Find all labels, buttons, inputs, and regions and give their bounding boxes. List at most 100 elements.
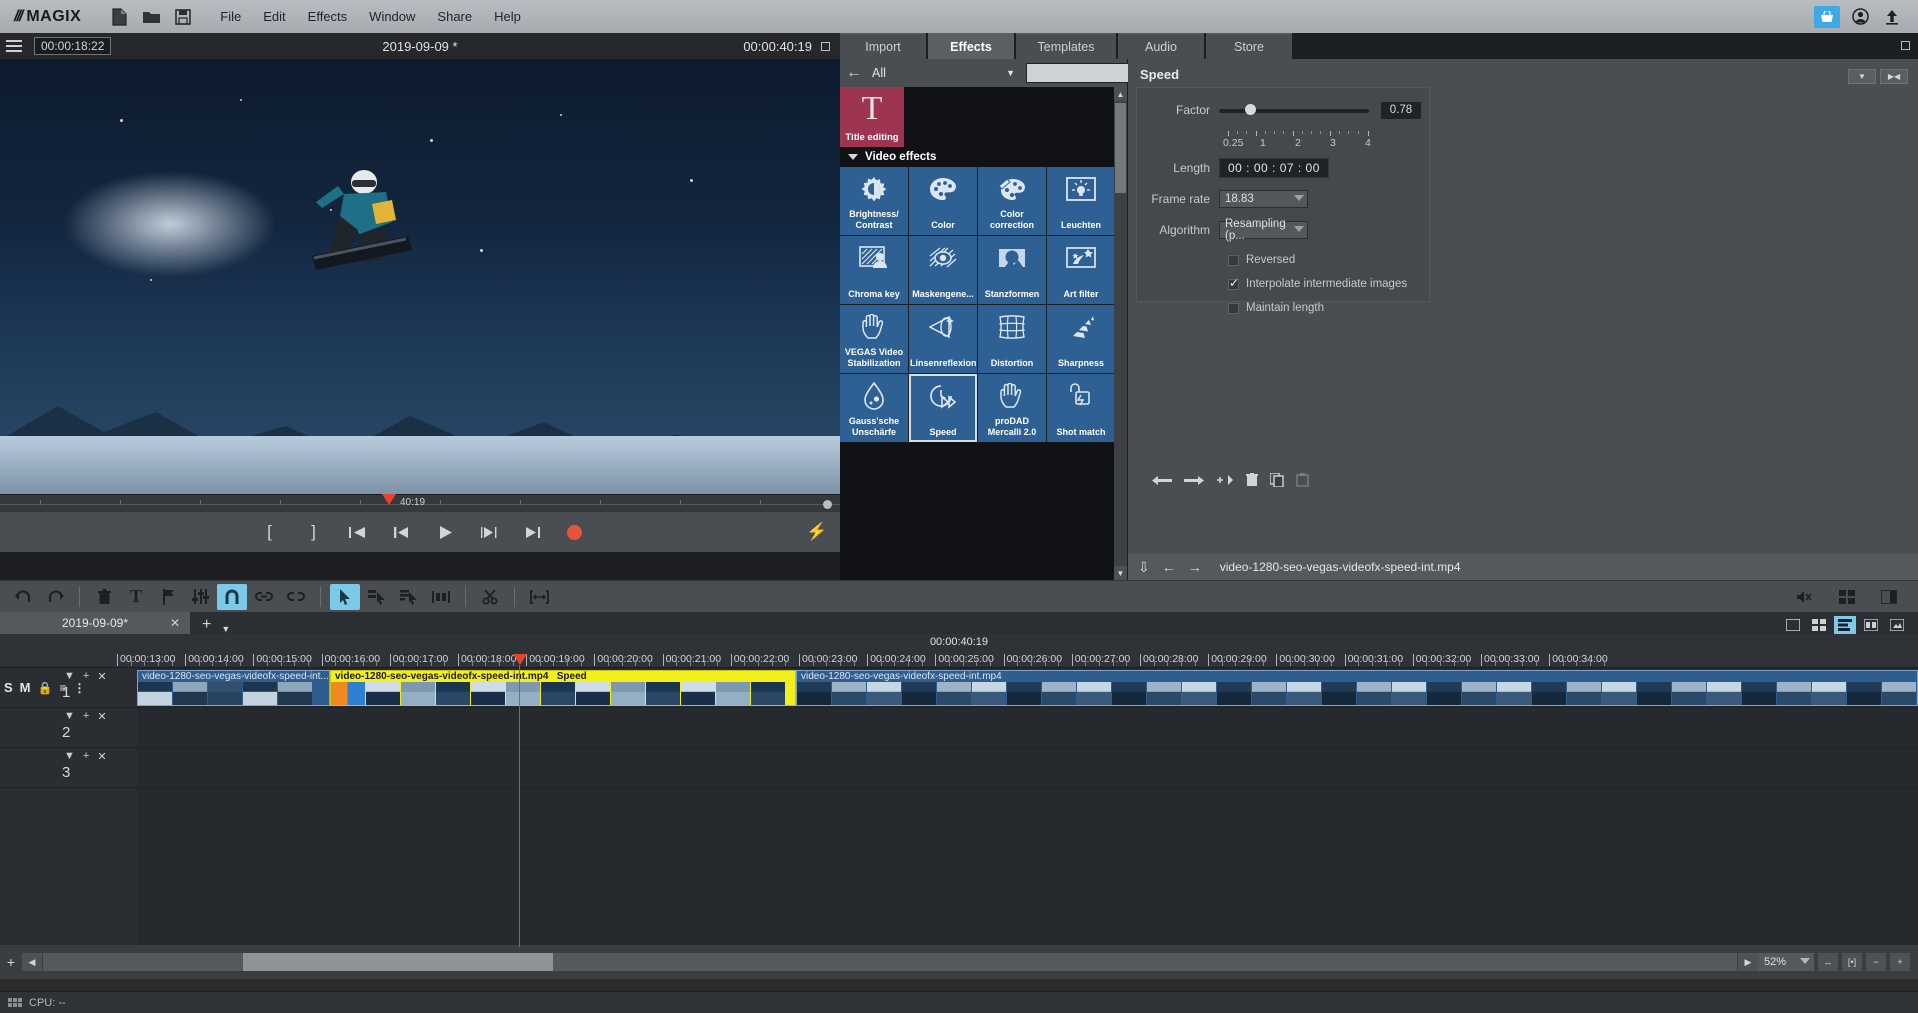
effect-tile-brightness-contrast[interactable]: Brightness/ Contrast xyxy=(840,167,908,235)
effect-tile-gaussian-blur[interactable]: Gauss'sche Unschärfe xyxy=(840,374,908,442)
add-track-icon[interactable]: + xyxy=(83,750,89,762)
next-frame-button[interactable] xyxy=(479,526,501,539)
timeline-clip[interactable]: video-1280-seo-vegas-videofx-speed-int..… xyxy=(137,670,330,706)
effect-tile-prodad-mercalli[interactable]: proDAD Mercalli 2.0 xyxy=(978,374,1046,442)
mouse-mode-arrow-button[interactable] xyxy=(330,583,360,610)
effect-tile-shot-match[interactable]: Shot match xyxy=(1047,374,1115,442)
reversed-checkbox[interactable] xyxy=(1228,254,1239,266)
play-button[interactable] xyxy=(435,525,457,540)
track-controls-1[interactable]: S M 🔒 ≡ ⋮ xyxy=(4,680,85,695)
tab-audio[interactable]: Audio xyxy=(1118,33,1204,59)
solo-button[interactable]: S xyxy=(4,680,13,695)
mouse-mode-stretch-button[interactable]: ... xyxy=(426,584,456,610)
effect-tile-title-editing[interactable]: T Title editing xyxy=(840,87,904,147)
account-circle-icon[interactable] xyxy=(1848,6,1872,28)
effect-tile-leuchten[interactable]: Leuchten xyxy=(1047,167,1115,235)
lock-icon[interactable]: 🔒 xyxy=(38,681,53,695)
slider-handle[interactable] xyxy=(1245,104,1256,115)
mark-in-button[interactable]: [ xyxy=(259,522,281,542)
collapse-track-icon[interactable]: ▼ xyxy=(64,710,75,722)
chevron-down-icon[interactable]: ▼ xyxy=(221,624,230,634)
copy-keyframe-icon[interactable] xyxy=(1270,473,1284,487)
lightning-icon[interactable]: ⚡ xyxy=(806,522,828,542)
project-tab[interactable]: 2019-09-09* ✕ xyxy=(0,612,190,634)
menu-share[interactable]: Share xyxy=(426,6,483,27)
grid-view-icon[interactable] xyxy=(1808,616,1830,634)
track-lanes[interactable]: video-1280-seo-vegas-videofx-speed-int..… xyxy=(137,668,1918,945)
effects-category-select[interactable]: All ▼ xyxy=(868,63,1020,83)
menu-help[interactable]: Help xyxy=(483,6,532,27)
next-keyframe-icon[interactable] xyxy=(1184,475,1204,486)
add-track-icon[interactable]: + xyxy=(83,710,89,722)
panel-restore-icon[interactable] xyxy=(1901,41,1910,50)
open-folder-icon[interactable] xyxy=(135,5,167,29)
timeline-view-icon[interactable] xyxy=(1834,616,1856,634)
effect-tile-color-correction[interactable]: Color correction xyxy=(978,167,1046,235)
interpolate-checkbox[interactable] xyxy=(1228,276,1239,290)
effect-tile-stanzformen[interactable]: Stanzformen xyxy=(978,236,1046,304)
factor-value[interactable]: 0.78 xyxy=(1381,101,1421,119)
scene-view-icon[interactable] xyxy=(1886,616,1908,634)
track-header-1[interactable]: S M 🔒 ≡ ⋮ ▼ + ✕ 1 xyxy=(0,668,137,708)
save-disk-icon[interactable] xyxy=(167,5,199,29)
link-button[interactable] xyxy=(249,584,279,610)
add-project-tab-button[interactable]: + xyxy=(202,616,211,634)
preview-scrubber[interactable]: 40:19 xyxy=(0,494,840,512)
framerate-select[interactable]: 18.83 xyxy=(1219,190,1308,208)
close-track-icon[interactable]: ✕ xyxy=(97,710,106,723)
mute-speaker-icon[interactable] xyxy=(1790,584,1820,610)
factor-slider[interactable] xyxy=(1219,103,1369,117)
preset-dropdown-button[interactable]: ▼ xyxy=(1848,69,1876,84)
zoom-out-button[interactable]: − xyxy=(1866,953,1886,971)
delete-button[interactable] xyxy=(89,584,119,610)
algorithm-select[interactable]: Resampling (p... xyxy=(1219,218,1308,242)
title-button[interactable]: T xyxy=(121,584,151,610)
tab-templates[interactable]: Templates xyxy=(1016,33,1116,59)
upload-icon[interactable] xyxy=(1880,6,1904,28)
reset-effect-button[interactable]: ▶◀ xyxy=(1880,69,1908,84)
scroll-left-icon[interactable]: ◀ xyxy=(22,953,42,971)
mouse-mode-all-tracks-button[interactable] xyxy=(394,584,424,610)
add-keyframe-icon[interactable] xyxy=(1216,474,1234,487)
zoom-in-button[interactable]: + xyxy=(1890,953,1910,971)
section-header-video-effects[interactable]: Video effects xyxy=(840,147,1127,167)
collapse-track-icon[interactable]: ▼ xyxy=(64,750,75,762)
single-view-icon[interactable] xyxy=(1782,616,1804,634)
prev-keyframe-icon[interactable] xyxy=(1152,475,1172,486)
add-track-button[interactable]: + xyxy=(0,952,22,972)
paste-keyframe-icon[interactable] xyxy=(1296,473,1309,487)
scrubber-end-knob[interactable] xyxy=(823,500,832,509)
collapse-chevrons-icon[interactable]: ⇩ xyxy=(1138,559,1150,576)
unlink-button[interactable] xyxy=(281,584,311,610)
marker-button[interactable] xyxy=(153,584,183,610)
effect-tile-color[interactable]: Color xyxy=(909,167,977,235)
menu-window[interactable]: Window xyxy=(358,6,426,27)
menu-effects[interactable]: Effects xyxy=(297,6,359,27)
effect-tile-maskengenerator[interactable]: Maskengene... xyxy=(909,236,977,304)
previous-object-arrow-icon[interactable]: ← xyxy=(1162,559,1176,575)
menu-file[interactable]: File xyxy=(209,6,252,27)
timeline-zoom-level[interactable]: 52% xyxy=(1758,953,1814,971)
new-document-icon[interactable] xyxy=(103,5,135,29)
scrollbar-thumb[interactable] xyxy=(1115,103,1126,193)
scroll-down-icon[interactable]: ▼ xyxy=(1114,566,1127,580)
menu-edit[interactable]: Edit xyxy=(252,6,296,27)
effects-vertical-scrollbar[interactable]: ▲ ▼ xyxy=(1114,87,1127,580)
undo-button[interactable]: ... xyxy=(8,584,38,610)
timeline-ruler[interactable]: 00:00:40:19 00:00:13:00 00:00:14:00 00:00:… xyxy=(0,634,1918,947)
timeline-clip[interactable]: video-1280-seo-vegas-videofx-speed-int.m… xyxy=(796,670,1918,706)
track-header-3[interactable]: ▼ + ✕ 3 xyxy=(0,748,137,788)
grid-layout-icon[interactable] xyxy=(1832,584,1862,610)
delete-keyframe-icon[interactable] xyxy=(1246,473,1258,487)
mute-button[interactable]: M xyxy=(20,680,31,695)
effects-scroll-area[interactable]: T Title editing Video effects Brightness… xyxy=(840,87,1127,580)
length-value[interactable]: 00 : 00 : 07 : 00 xyxy=(1219,158,1329,178)
scrollbar-thumb[interactable] xyxy=(243,953,553,971)
zoom-selection-icon[interactable]: [•] xyxy=(1842,953,1862,971)
effect-tile-art-filter[interactable]: Art filter xyxy=(1047,236,1115,304)
snap-magnet-button[interactable] xyxy=(217,583,247,610)
range-button[interactable]: ... xyxy=(524,584,554,610)
close-track-icon[interactable]: ✕ xyxy=(97,750,106,763)
tab-store[interactable]: Store xyxy=(1206,33,1292,59)
redo-button[interactable]: ... xyxy=(40,584,70,610)
